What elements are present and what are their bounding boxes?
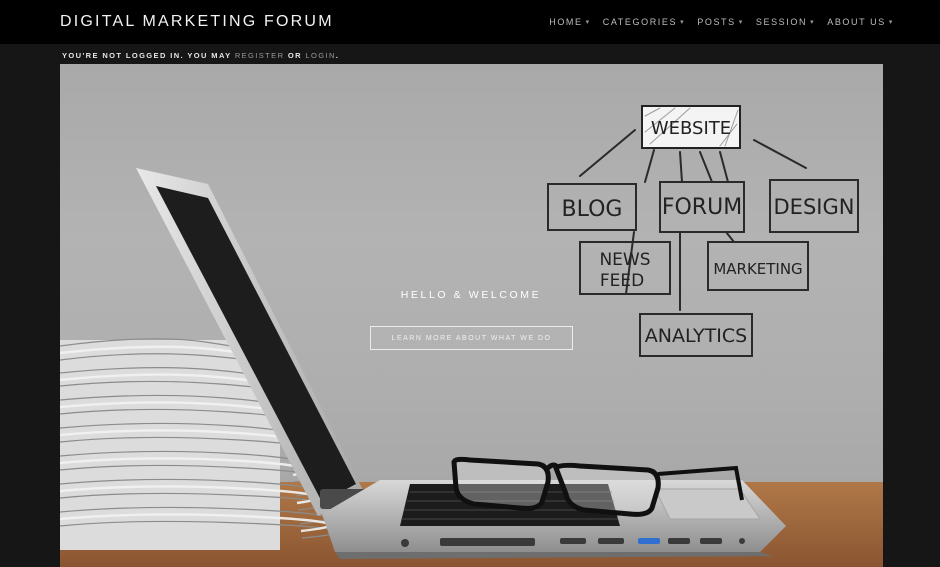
learn-more-button[interactable]: LEARN MORE ABOUT WHAT WE DO (370, 326, 573, 350)
nav-home-label: HOME (549, 17, 583, 27)
sketch-blog-label: BLOG (562, 197, 623, 222)
login-notice-text: YOU'RE NOT LOGGED IN. YOU MAY (62, 51, 232, 60)
nav-about-us[interactable]: ABOUT US ▾ (827, 17, 894, 27)
chevron-down-icon: ▾ (738, 19, 744, 26)
nav-session[interactable]: SESSION ▾ (756, 17, 815, 27)
chevron-down-icon: ▾ (888, 19, 894, 26)
sketch-news-label: NEWS (599, 250, 650, 270)
login-link[interactable]: LOGIN (305, 51, 335, 60)
sketch-marketing-label: MARKETING (713, 260, 802, 278)
chevron-down-icon: ▾ (680, 19, 686, 26)
main-menu: HOME ▾ CATEGORIES ▾ POSTS ▾ SESSION ▾ ABOUT … (549, 17, 894, 27)
nav-categories[interactable]: CATEGORIES ▾ (603, 17, 685, 27)
chevron-down-icon: ▾ (810, 19, 816, 26)
login-notice-period: . (335, 51, 340, 60)
nav-posts[interactable]: POSTS ▾ (697, 17, 744, 27)
nav-home[interactable]: HOME ▾ (549, 17, 591, 27)
hero-heading: HELLO & WELCOME (400, 289, 542, 301)
login-notice: YOU'RE NOT LOGGED IN. YOU MAY REGISTER O… (62, 51, 339, 60)
sketch-forum-label: FORUM (662, 195, 742, 220)
sketch-feed-label: FEED (600, 271, 644, 291)
mind-map-sketch (547, 105, 859, 357)
nav-session-label: SESSION (755, 17, 808, 27)
top-navigation-bar: DIGITAL MARKETING FORUM HOME ▾ CATEGORIES… (0, 0, 940, 44)
sketch-analytics-label: ANALYTICS (645, 325, 747, 347)
hero-banner: WEBSITE BLOG FORUM DESIGN NEWS FEED MARK… (60, 64, 883, 567)
hero-image: WEBSITE BLOG FORUM DESIGN NEWS FEED MARK… (60, 105, 883, 567)
nav-posts-label: POSTS (697, 17, 736, 27)
nav-categories-label: CATEGORIES (602, 17, 678, 27)
sketch-design-label: DESIGN (774, 195, 855, 219)
sketch-website-label: WEBSITE (651, 118, 731, 139)
nav-about-us-label: ABOUT US (827, 17, 886, 27)
login-notice-or: OR (287, 51, 302, 60)
register-link[interactable]: REGISTER (235, 51, 285, 60)
site-title[interactable]: DIGITAL MARKETING FORUM (60, 13, 334, 31)
chevron-down-icon: ▾ (585, 19, 591, 26)
